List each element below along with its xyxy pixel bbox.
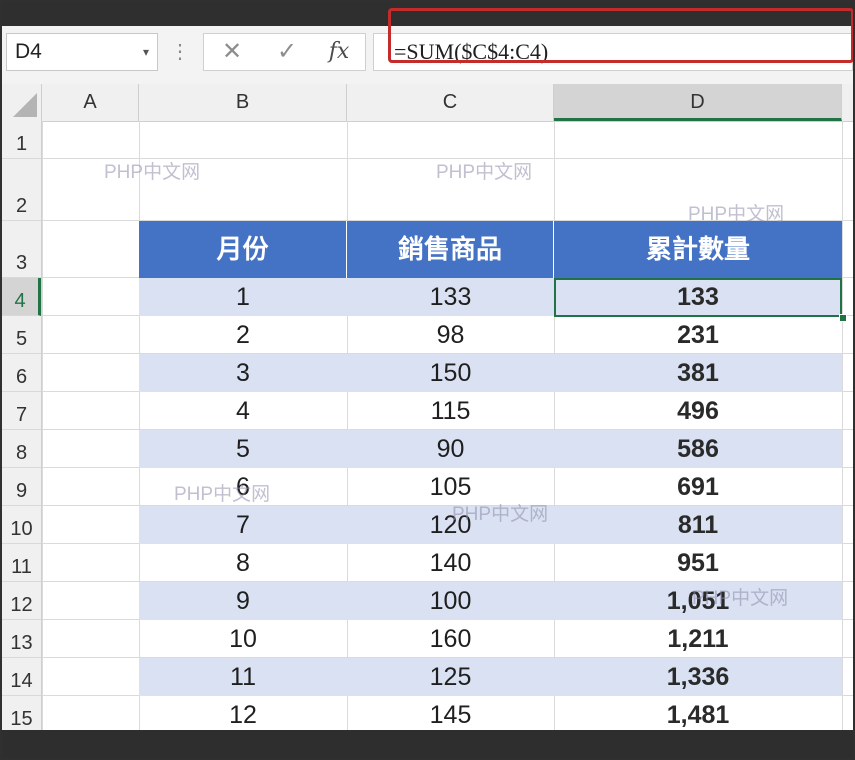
formula-text: =SUM($C$4:C4) xyxy=(394,39,549,64)
cell-month[interactable]: 11 xyxy=(139,658,347,696)
cell-month[interactable]: 3 xyxy=(139,354,347,392)
row-header-2[interactable]: 2 xyxy=(2,159,41,221)
row-header-5[interactable]: 5 xyxy=(2,316,41,354)
cell-sales[interactable]: 125 xyxy=(347,658,554,696)
cell-sales[interactable]: 115 xyxy=(347,392,554,430)
cell-area[interactable]: 月份 銷售商品 累計數量 1 133 133 2 98 231 3 150 381 4 115 496… xyxy=(42,121,853,730)
select-all-button[interactable] xyxy=(2,84,42,121)
name-box[interactable]: D4 ▾ xyxy=(6,33,158,71)
fill-handle[interactable] xyxy=(839,314,847,322)
gridline-horizontal xyxy=(42,158,853,159)
cell-month[interactable]: 9 xyxy=(139,582,347,620)
cell-sales[interactable]: 98 xyxy=(347,316,554,354)
watermark-text: PHP中文网 xyxy=(104,162,201,183)
row-header-12[interactable]: 12 xyxy=(2,582,41,620)
formula-row: D4 ▾ ⋮ ✕ ✓ fx =SUM($C$4:C4) xyxy=(2,26,853,85)
cell-cumulative[interactable]: 1,481 xyxy=(554,696,842,730)
cell-month[interactable]: 2 xyxy=(139,316,347,354)
column-header-a[interactable]: A xyxy=(42,84,139,121)
cell-cumulative[interactable]: 496 xyxy=(554,392,842,430)
select-all-triangle-icon xyxy=(13,93,37,117)
worksheet-grid[interactable]: A B C D 1 2 3 4 5 6 7 8 9 10 11 12 13 14 15 月份 銷售商品 累計… xyxy=(2,84,853,730)
row-header-1[interactable]: 1 xyxy=(2,121,41,159)
column-header-c[interactable]: C xyxy=(347,84,554,121)
status-bar-edge xyxy=(2,730,853,758)
row-header-7[interactable]: 7 xyxy=(2,392,41,430)
cell-month[interactable]: 1 xyxy=(139,278,347,316)
cell-sales[interactable]: 160 xyxy=(347,620,554,658)
check-icon[interactable]: ✓ xyxy=(267,36,307,68)
excel-window: D4 ▾ ⋮ ✕ ✓ fx =SUM($C$4:C4) A B C D 1234… xyxy=(0,0,855,760)
chevron-down-icon[interactable]: ▾ xyxy=(143,34,149,70)
cell-cumulative[interactable]: 1,336 xyxy=(554,658,842,696)
cell-month[interactable]: 7 xyxy=(139,506,347,544)
cell-sales[interactable]: 140 xyxy=(347,544,554,582)
cancel-icon[interactable]: ✕ xyxy=(212,36,252,68)
cell-month[interactable]: 12 xyxy=(139,696,347,730)
table-header-cumulative[interactable]: 累計數量 xyxy=(554,221,842,278)
ribbon-edge xyxy=(2,2,853,26)
table-header-month[interactable]: 月份 xyxy=(139,221,347,278)
row-header-11[interactable]: 11 xyxy=(2,544,41,582)
row-header-15[interactable]: 15 xyxy=(2,696,41,730)
cell-month[interactable]: 8 xyxy=(139,544,347,582)
row-header-6[interactable]: 6 xyxy=(2,354,41,392)
column-header-d[interactable]: D xyxy=(554,84,842,121)
cell-cumulative[interactable]: 381 xyxy=(554,354,842,392)
cell-sales[interactable]: 145 xyxy=(347,696,554,730)
cell-cumulative[interactable]: 231 xyxy=(554,316,842,354)
cell-cumulative[interactable]: 1,211 xyxy=(554,620,842,658)
watermark-text: PHP中文网 xyxy=(436,162,533,183)
row-header-column: 1 2 3 4 5 6 7 8 9 10 11 12 13 14 15 xyxy=(2,121,42,730)
formula-input[interactable]: =SUM($C$4:C4) xyxy=(373,33,853,71)
formula-tools: ✕ ✓ fx xyxy=(203,33,366,71)
gridline-vertical xyxy=(42,121,43,730)
more-options-icon[interactable]: ⋮ xyxy=(170,38,190,68)
name-box-value: D4 xyxy=(15,40,42,63)
cell-month[interactable]: 4 xyxy=(139,392,347,430)
cell-cumulative[interactable]: 133 xyxy=(554,278,842,316)
column-header-b[interactable]: B xyxy=(139,84,347,121)
row-header-10[interactable]: 10 xyxy=(2,506,41,544)
cell-cumulative[interactable]: 951 xyxy=(554,544,842,582)
cell-sales[interactable]: 150 xyxy=(347,354,554,392)
cell-sales[interactable]: 100 xyxy=(347,582,554,620)
column-header-row: A B C D xyxy=(2,84,853,122)
row-header-13[interactable]: 13 xyxy=(2,620,41,658)
cell-sales[interactable]: 90 xyxy=(347,430,554,468)
cell-cumulative[interactable]: 691 xyxy=(554,468,842,506)
cell-cumulative[interactable]: 1,051 xyxy=(554,582,842,620)
row-header-3[interactable]: 3 xyxy=(2,221,41,278)
cell-sales[interactable]: 105 xyxy=(347,468,554,506)
cell-month[interactable]: 10 xyxy=(139,620,347,658)
gridline-vertical xyxy=(842,121,843,730)
row-header-8[interactable]: 8 xyxy=(2,430,41,468)
cell-month[interactable]: 5 xyxy=(139,430,347,468)
insert-function-icon[interactable]: fx xyxy=(319,36,359,68)
cell-cumulative[interactable]: 811 xyxy=(554,506,842,544)
cell-cumulative[interactable]: 586 xyxy=(554,430,842,468)
row-header-14[interactable]: 14 xyxy=(2,658,41,696)
row-header-9[interactable]: 9 xyxy=(2,468,41,506)
cell-sales[interactable]: 133 xyxy=(347,278,554,316)
table-header-sales[interactable]: 銷售商品 xyxy=(347,221,554,278)
cell-sales[interactable]: 120 xyxy=(347,506,554,544)
cell-month[interactable]: 6 xyxy=(139,468,347,506)
row-header-4[interactable]: 4 xyxy=(2,278,41,316)
